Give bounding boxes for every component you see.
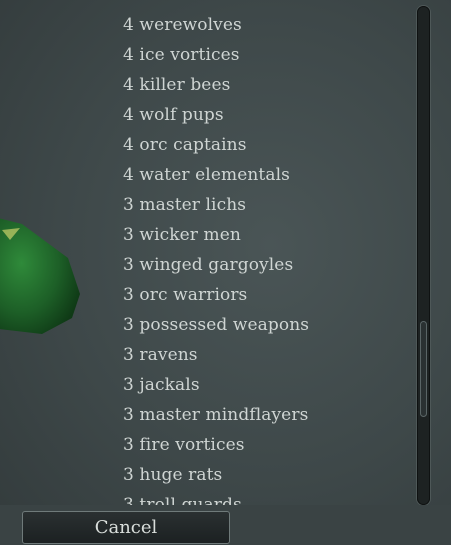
monster-list: 4 werewolves 4 ice vortices 4 killer bees 4… <box>0 0 410 508</box>
list-item[interactable]: 4 water elementals <box>123 160 290 190</box>
list-item[interactable]: 4 ice vortices <box>123 40 240 70</box>
list-item[interactable]: 4 orc captains <box>123 130 247 160</box>
list-item[interactable]: 4 killer bees <box>123 70 230 100</box>
list-item[interactable]: 3 wicker men <box>123 220 241 250</box>
monster-list-dialog: 4 werewolves 4 ice vortices 4 killer bees 4… <box>0 0 451 545</box>
list-item[interactable]: 3 orc warriors <box>123 280 247 310</box>
list-item[interactable]: 3 huge rats <box>123 460 222 490</box>
list-item[interactable]: 4 wolf pups <box>123 100 224 130</box>
list-item[interactable]: 3 ravens <box>123 340 198 370</box>
list-item[interactable]: 3 possessed weapons <box>123 310 309 340</box>
list-item[interactable]: 3 master mindflayers <box>123 400 308 430</box>
list-item[interactable]: 3 winged gargoyles <box>123 250 293 280</box>
scrollbar-thumb[interactable] <box>420 321 427 417</box>
cancel-button[interactable]: Cancel <box>22 511 230 544</box>
list-item[interactable]: 3 master lichs <box>123 190 246 220</box>
list-item[interactable]: 3 jackals <box>123 370 200 400</box>
list-item[interactable]: 3 fire vortices <box>123 430 245 460</box>
list-item[interactable]: 4 werewolves <box>123 10 242 40</box>
scrollbar-track[interactable] <box>417 6 430 505</box>
